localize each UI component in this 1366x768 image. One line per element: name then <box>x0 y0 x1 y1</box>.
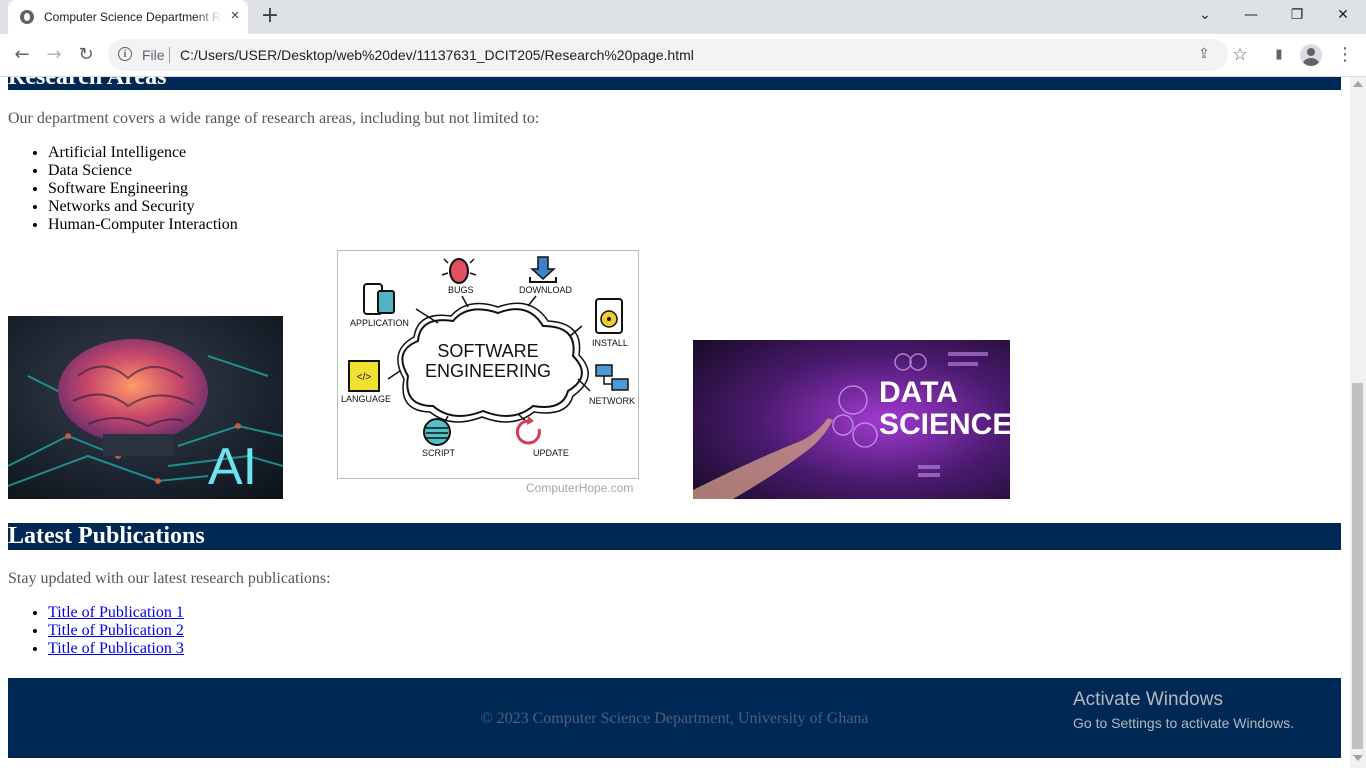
address-scheme: File <box>142 47 165 63</box>
address-divider <box>169 47 170 63</box>
list-item: Networks and Security <box>48 198 238 216</box>
address-bar[interactable]: i File C:/Users/USER/Desktop/web%20dev/1… <box>108 39 1228 71</box>
publications-list: Title of Publication 1 Title of Publicat… <box>8 604 184 658</box>
tab-close-button[interactable]: × <box>226 7 244 25</box>
publications-heading: Latest Publications <box>8 523 1341 550</box>
svg-text:NETWORK: NETWORK <box>589 396 635 406</box>
svg-text:</>: </> <box>357 372 372 383</box>
software-engineering-image: SOFTWARE ENGINEERING APPLICATION BUGS DO… <box>337 250 639 479</box>
download-icon <box>529 256 557 283</box>
activate-windows-watermark: Activate Windows Go to Settings to activ… <box>1073 689 1294 731</box>
address-url[interactable]: C:/Users/USER/Desktop/web%20dev/11137631… <box>180 47 694 63</box>
forward-button[interactable]: → <box>42 43 66 67</box>
svg-text:BUGS: BUGS <box>448 285 474 295</box>
svg-text:UPDATE: UPDATE <box>533 448 569 458</box>
close-window-button[interactable]: ✕ <box>1320 0 1366 30</box>
network-icon <box>595 364 629 391</box>
profile-avatar[interactable] <box>1300 44 1322 66</box>
research-areas-list: Artificial Intelligence Data Science Sof… <box>8 144 238 234</box>
browser-tab[interactable]: Computer Science Department Research × <box>8 0 248 34</box>
publication-link-2[interactable]: Title of Publication 2 <box>48 622 184 639</box>
ds-label-line1: DATA <box>879 376 958 409</box>
script-icon <box>423 418 451 446</box>
publication-link-3[interactable]: Title of Publication 3 <box>48 640 184 657</box>
research-areas-heading: Research Areas <box>8 77 1341 90</box>
restore-button[interactable]: ❐ <box>1274 0 1320 30</box>
browser-tabstrip: Computer Science Department Research × +… <box>0 0 1366 34</box>
application-icon <box>363 283 395 315</box>
ai-label: AI <box>208 438 257 496</box>
svg-text:APPLICATION: APPLICATION <box>350 318 409 328</box>
publications-intro: Stay updated with our latest research pu… <box>8 570 331 587</box>
se-center-line1: SOFTWARE <box>437 341 538 361</box>
info-icon[interactable]: i <box>118 47 132 61</box>
image-credit: ComputerHope.com <box>526 481 634 495</box>
se-center-line2: ENGINEERING <box>425 361 551 381</box>
svg-text:DOWNLOAD: DOWNLOAD <box>519 285 573 295</box>
side-panel-icon[interactable]: ▮ <box>1267 43 1291 67</box>
scrollbar-thumb[interactable] <box>1352 383 1363 749</box>
minimize-button[interactable]: — <box>1228 0 1274 30</box>
list-item: Software Engineering <box>48 180 238 198</box>
tab-search-button[interactable]: ⌄ <box>1182 0 1228 30</box>
research-areas-intro: Our department covers a wide range of re… <box>8 110 540 127</box>
code-icon: </> <box>348 360 380 392</box>
list-item: Title of Publication 3 <box>48 640 184 658</box>
back-button[interactable]: ← <box>10 43 34 67</box>
page-viewport: Research Areas Our department covers a w… <box>0 77 1350 768</box>
ds-label-line2: SCIENCE <box>879 408 1010 441</box>
bug-icon <box>441 258 477 284</box>
svg-text:LANGUAGE: LANGUAGE <box>341 394 391 404</box>
scroll-up-icon[interactable] <box>1353 81 1363 87</box>
install-icon <box>595 298 623 334</box>
reload-button[interactable]: ↻ <box>74 43 98 67</box>
vertical-scrollbar[interactable] <box>1350 77 1366 768</box>
globe-icon <box>20 10 34 24</box>
bookmark-star-icon[interactable]: ☆ <box>1228 43 1252 67</box>
list-item: Title of Publication 2 <box>48 622 184 640</box>
list-item: Data Science <box>48 162 238 180</box>
browser-toolbar: ← → ↻ i File C:/Users/USER/Desktop/web%2… <box>0 34 1366 77</box>
list-item: Human-Computer Interaction <box>48 216 238 234</box>
scroll-down-icon[interactable] <box>1353 755 1363 761</box>
share-icon[interactable]: ⇪ <box>1198 46 1210 62</box>
new-tab-button[interactable]: + <box>258 4 282 28</box>
svg-text:INSTALL: INSTALL <box>592 338 628 348</box>
data-science-image: DATA SCIENCE <box>693 340 1010 499</box>
ai-image: AI <box>8 316 283 499</box>
svg-text:SCRIPT: SCRIPT <box>422 448 456 458</box>
publication-link-1[interactable]: Title of Publication 1 <box>48 604 184 621</box>
list-item: Title of Publication 1 <box>48 604 184 622</box>
list-item: Artificial Intelligence <box>48 144 238 162</box>
menu-icon[interactable]: ⋮ <box>1333 43 1357 67</box>
tab-title: Computer Science Department Research <box>44 10 222 24</box>
